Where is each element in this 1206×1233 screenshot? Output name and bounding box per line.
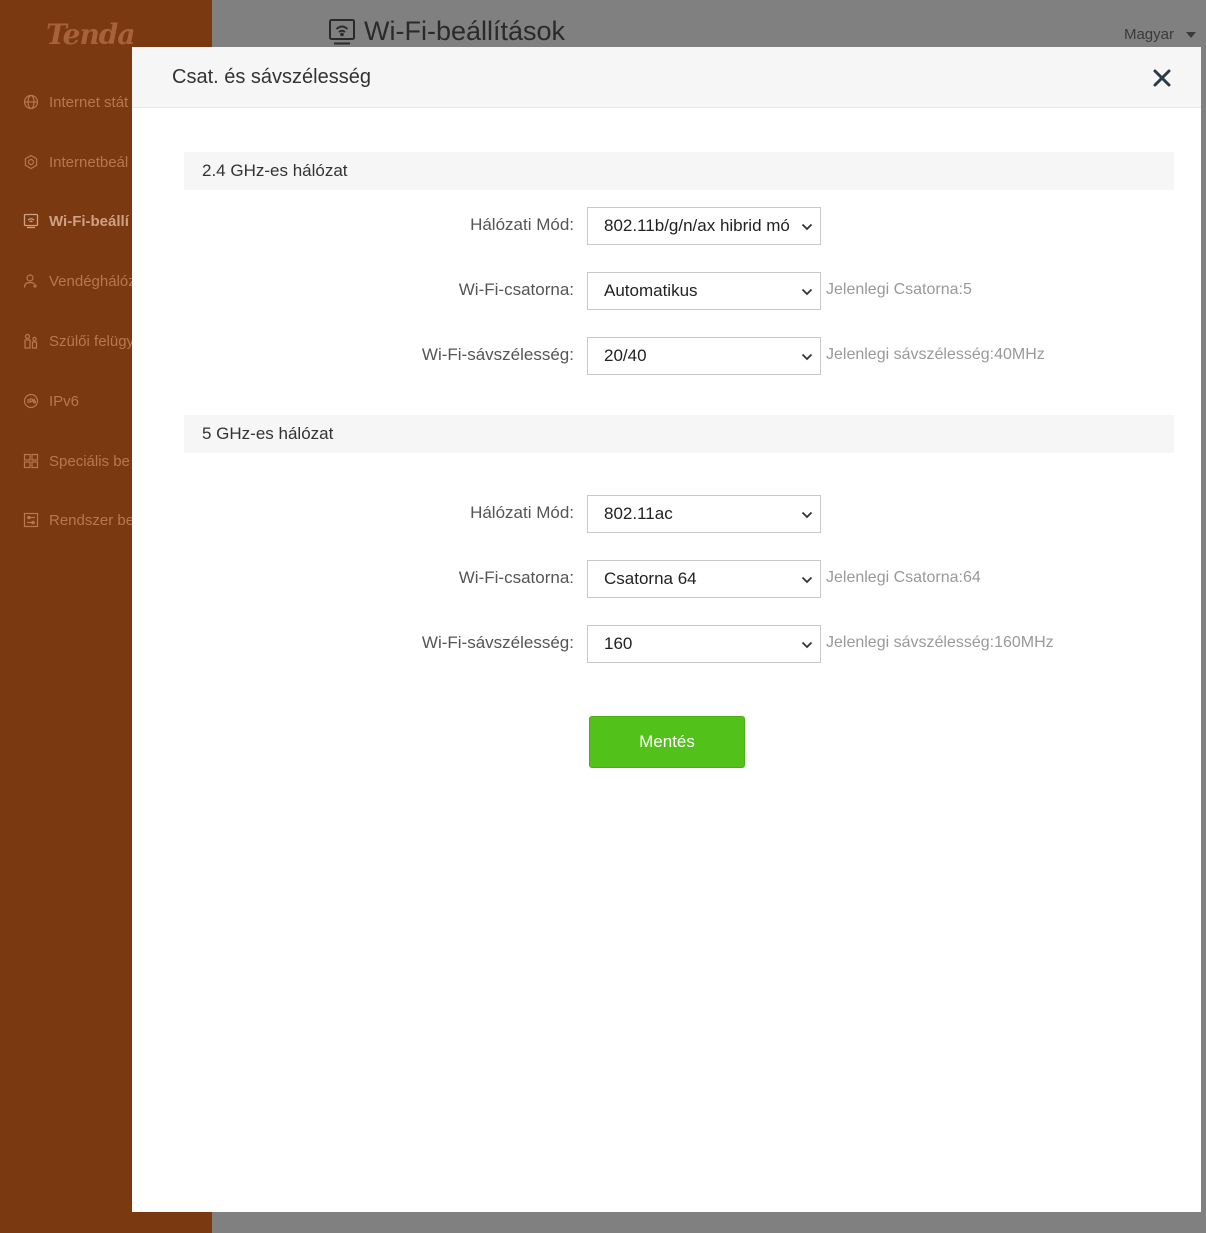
row-5g-network-mode: Hálózati Mód: 802.11ac (132, 495, 1201, 533)
language-label: Magyar (1123, 26, 1174, 43)
sidebar-item-system-settings[interactable]: Rendszer be (22, 508, 134, 532)
settings-panel-icon (22, 511, 40, 529)
page: Tenda Internet stát Internetbeál Wi-Fi-b… (0, 0, 1206, 1233)
select-value: 20/40 (604, 346, 647, 365)
chevron-down-icon (801, 353, 813, 361)
globe-icon (22, 93, 40, 111)
row-2g-bandwidth: Wi-Fi-sávszélesség: 20/40 Jelenlegi sávs… (132, 337, 1201, 375)
language-selector[interactable]: Magyar (1124, 26, 1196, 43)
select-value: Automatikus (604, 281, 698, 300)
field-label: Wi-Fi-csatorna: (458, 280, 574, 299)
guest-user-icon (22, 272, 40, 290)
sidebar-item-label: IPv6 (49, 392, 80, 410)
brand-logo: Tenda (46, 18, 136, 51)
wifi-icon (22, 212, 40, 230)
sidebar-item-label: Internet stát (49, 93, 129, 111)
sidebar-item-guest-network[interactable]: Vendéghálóz (22, 269, 136, 293)
row-2g-network-mode: Hálózati Mód: 802.11b/g/n/ax hibrid mód (132, 207, 1201, 245)
save-button[interactable]: Mentés (589, 716, 745, 768)
ipv6-icon (22, 392, 40, 410)
chevron-down-icon (801, 288, 813, 296)
field-label: Wi-Fi-sávszélesség: (421, 633, 574, 652)
row-2g-channel: Wi-Fi-csatorna: Automatikus Jelenlegi Cs… (132, 272, 1201, 310)
select-value: Csatorna 64 (604, 569, 697, 588)
network-mode-5g-select[interactable]: 802.11ac (587, 495, 821, 533)
page-title-text: Wi-Fi-beállítások (364, 16, 566, 46)
parental-icon (22, 332, 40, 350)
bandwidth-2g-select[interactable]: 20/40 (587, 337, 821, 375)
sidebar-item-label: Vendéghálóz (49, 272, 136, 290)
caret-down-icon (1186, 31, 1196, 38)
modal-header: Csat. és sávszélesség (132, 47, 1201, 108)
sidebar-item-parental-control[interactable]: Szülői felügy (22, 329, 134, 353)
field-label: Hálózati Mód: (470, 215, 574, 234)
sidebar-item-label: Wi-Fi-beállí (49, 212, 129, 230)
field-label: Hálózati Mód: (470, 503, 574, 522)
chevron-down-icon (801, 576, 813, 584)
sidebar-item-advanced-settings[interactable]: Speciális be (22, 449, 130, 473)
grid-icon (22, 452, 40, 470)
select-value: 802.11ac (604, 504, 673, 523)
sidebar-item-label: Szülői felügy (49, 332, 135, 350)
section-header-5g: 5 GHz-es hálózat (184, 415, 1174, 453)
row-5g-bandwidth: Wi-Fi-sávszélesség: 160 Jelenlegi sávszé… (132, 625, 1201, 663)
sidebar-item-internet-status[interactable]: Internet stát (22, 90, 128, 114)
select-value: 802.11b/g/n/ax hibrid mód (604, 216, 790, 235)
sidebar-item-label: Rendszer be (49, 511, 135, 529)
field-label: Wi-Fi-sávszélesség: (421, 345, 574, 364)
sidebar-item-wifi-settings[interactable]: Wi-Fi-beállí (22, 209, 129, 233)
section-header-2g: 2.4 GHz-es hálózat (184, 152, 1174, 190)
chevron-down-icon (801, 223, 813, 231)
network-mode-2g-select[interactable]: 802.11b/g/n/ax hibrid mód (587, 207, 821, 245)
channel-2g-select[interactable]: Automatikus (587, 272, 821, 310)
field-label: Wi-Fi-csatorna: (458, 568, 574, 587)
current-bandwidth-hint: Jelenlegi sávszélesség:40MHz (826, 346, 1045, 363)
modal-title: Csat. és sávszélesség (172, 66, 371, 88)
page-title: Wi-Fi-beállítások (328, 16, 565, 47)
section-title: 5 GHz-es hálózat (202, 424, 334, 443)
bandwidth-5g-select[interactable]: 160 (587, 625, 821, 663)
channel-5g-select[interactable]: Csatorna 64 (587, 560, 821, 598)
sidebar-item-ipv6[interactable]: IPv6 (22, 389, 79, 413)
close-icon[interactable] (1151, 67, 1173, 89)
sidebar-item-label: Internetbeál (49, 153, 129, 171)
row-5g-channel: Wi-Fi-csatorna: Csatorna 64 Jelenlegi Cs… (132, 560, 1201, 598)
current-bandwidth-hint: Jelenlegi sávszélesség:160MHz (826, 634, 1054, 651)
current-channel-hint: Jelenlegi Csatorna:64 (826, 569, 981, 586)
channel-bandwidth-modal: Csat. és sávszélesség 2.4 GHz-es hálózat… (132, 47, 1201, 1212)
chevron-down-icon (801, 511, 813, 519)
chevron-down-icon (801, 641, 813, 649)
section-title: 2.4 GHz-es hálózat (202, 161, 348, 180)
current-channel-hint: Jelenlegi Csatorna:5 (826, 281, 972, 298)
sidebar-item-label: Speciális be (49, 452, 130, 470)
gear-icon (22, 153, 40, 171)
sidebar-item-internet-settings[interactable]: Internetbeál (22, 150, 128, 174)
select-value: 160 (604, 634, 633, 653)
wifi-settings-icon (329, 18, 355, 44)
